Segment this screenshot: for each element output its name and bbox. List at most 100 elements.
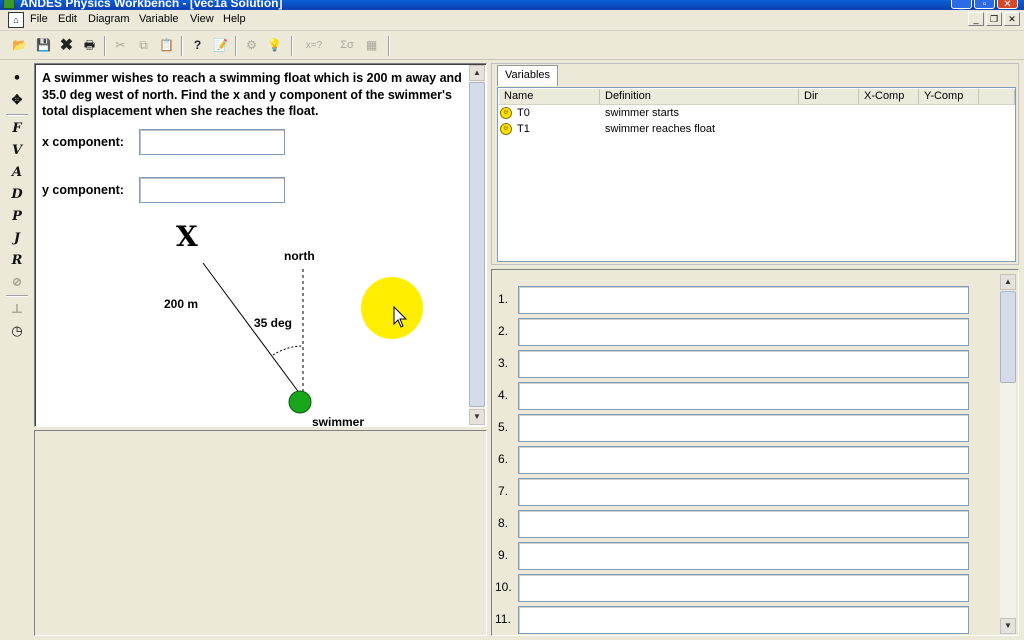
calculator-icon[interactable]: ▦ [361, 35, 382, 56]
x-component-answer-field[interactable] [139, 129, 285, 155]
axes-disabled-icon[interactable]: ⊥ [6, 299, 28, 320]
equation-row: 10. [492, 571, 982, 603]
column-header-definition[interactable]: Definition [600, 89, 799, 105]
menu-file[interactable]: File [30, 13, 48, 25]
scroll-down-arrow-icon[interactable]: ▼ [1000, 618, 1016, 634]
tab-variables[interactable]: Variables [497, 65, 559, 86]
save-icon[interactable]: 💾 [33, 35, 54, 56]
problem-scrollbar[interactable]: ▲ ▼ [469, 65, 485, 425]
variable-row[interactable]: ☺ T0 swimmer starts [500, 106, 1000, 121]
open-folder-icon[interactable]: 📂 [9, 35, 30, 56]
variable-name: T0 [517, 107, 530, 119]
scroll-thumb[interactable] [469, 82, 485, 407]
paste-icon[interactable]: 📋 [156, 35, 177, 56]
equation-field[interactable] [518, 542, 969, 570]
angle-arc [272, 345, 304, 356]
swimmer-body[interactable] [288, 390, 312, 414]
force-vector-icon[interactable]: F [6, 118, 28, 139]
scroll-up-arrow-icon[interactable]: ▲ [1000, 274, 1016, 290]
link-disabled-icon[interactable]: ⊘ [6, 272, 28, 293]
equations-panel: 1. 2. 3. 4. 5. 6. 7. 8. 9. 10. 11. ▲ ▼ [491, 269, 1019, 636]
copy-icon[interactable]: ⧉ [133, 35, 154, 56]
move-arrows-icon[interactable]: ✥ [6, 90, 28, 111]
equation-field[interactable] [518, 350, 969, 378]
displacement-vector-icon[interactable]: D [6, 184, 28, 205]
problem-statement: A swimmer wishes to reach a swimming flo… [42, 71, 462, 118]
equation-field[interactable] [518, 318, 969, 346]
equation-field[interactable] [518, 286, 969, 314]
relative-position-vector-icon[interactable]: R [6, 250, 28, 271]
equation-number: 11. [495, 612, 511, 626]
equation-row: 1. [492, 283, 982, 315]
mdi-close-button[interactable]: ✕ [1004, 12, 1020, 26]
variable-row[interactable]: ☺ T1 swimmer reaches float [500, 122, 1000, 137]
equation-field[interactable] [518, 574, 969, 602]
toolbar-divider [388, 36, 390, 56]
equation-row: 3. [492, 347, 982, 379]
tool-divider [6, 114, 28, 116]
equation-number: 2. [498, 324, 509, 338]
swimmer-label: swimmer [312, 415, 364, 426]
equation-number: 3. [498, 356, 509, 370]
cut-icon[interactable]: ✂ [110, 35, 131, 56]
lightbulb-hint-icon[interactable]: 💡 [264, 35, 285, 56]
equation-field[interactable] [518, 382, 969, 410]
body-dot-icon[interactable]: • [6, 68, 28, 89]
north-label: north [284, 249, 315, 263]
whats-wrong-help-icon[interactable]: ? [187, 35, 208, 56]
column-header-x-comp[interactable]: X-Comp [859, 89, 919, 105]
angle-tool-icon[interactable]: ◷ [6, 321, 28, 342]
equation-row: 9. [492, 539, 982, 571]
mdi-restore-button[interactable]: ❐ [986, 12, 1002, 26]
column-header-dir[interactable]: Dir [799, 89, 859, 105]
variable-definition: swimmer reaches float [605, 123, 716, 135]
menu-diagram[interactable]: Diagram [88, 13, 130, 25]
equation-number: 10. [495, 580, 512, 594]
column-header-name[interactable]: Name [499, 89, 600, 105]
equation-field[interactable] [518, 446, 969, 474]
feedback-panel [34, 430, 487, 636]
column-header-y-comp[interactable]: Y-Comp [919, 89, 979, 105]
mdi-controls: _ ❐ ✕ [966, 12, 1020, 26]
maximize-window-button[interactable]: ▫ [974, 0, 995, 10]
minimize-window-button[interactable]: _ [951, 0, 972, 10]
equation-field[interactable] [518, 414, 969, 442]
equation-number: 4. [498, 388, 509, 402]
menu-view[interactable]: View [190, 13, 214, 25]
equation-field[interactable] [518, 478, 969, 506]
angle-label: 35 deg [254, 316, 292, 330]
equations-scrollbar[interactable]: ▲ ▼ [1000, 274, 1016, 634]
equation-number: 8. [498, 516, 509, 530]
y-component-label: y component: [42, 183, 124, 197]
print-icon[interactable]: 🖶 [79, 35, 100, 56]
equation-row: 6. [492, 443, 982, 475]
title-bar: ANDES Physics Workbench - [vec1a Solutio… [0, 0, 1024, 10]
menu-variable[interactable]: Variable [139, 13, 179, 25]
solve-for-icon[interactable]: x=? [297, 35, 331, 56]
mdi-minimize-button[interactable]: _ [968, 12, 984, 26]
velocity-vector-icon[interactable]: V [6, 140, 28, 161]
equation-number: 9. [498, 548, 509, 562]
sum-icon[interactable]: Σσ [335, 35, 359, 56]
hint-disabled-icon[interactable]: ⚙ [241, 35, 262, 56]
drawing-tools: • ✥ F V A D P J R ⊘ ⊥ ◷ [6, 66, 30, 346]
momentum-vector-icon[interactable]: P [6, 206, 28, 227]
scroll-down-arrow-icon[interactable]: ▼ [469, 409, 485, 425]
menu-edit[interactable]: Edit [58, 13, 77, 25]
acceleration-vector-icon[interactable]: A [6, 162, 28, 183]
menu-help[interactable]: Help [223, 13, 246, 25]
variable-name: T1 [517, 123, 530, 135]
toolbar: 📂 💾 ✖ 🖶 ✂ ⧉ 📋 ? 📝 ⚙ 💡 x=? Σσ ▦ [0, 32, 1024, 60]
scroll-up-arrow-icon[interactable]: ▲ [469, 65, 485, 81]
impulse-vector-icon[interactable]: J [6, 228, 28, 249]
delete-icon[interactable]: ✖ [56, 35, 77, 56]
close-window-button[interactable]: ✕ [997, 0, 1018, 10]
x-component-label: x component: [42, 135, 124, 149]
scroll-thumb[interactable] [1000, 291, 1016, 383]
document-icon[interactable]: ⌂ [8, 12, 24, 28]
checklist-icon[interactable]: 📝 [210, 35, 231, 56]
equation-field[interactable] [518, 606, 969, 634]
equation-field[interactable] [518, 510, 969, 538]
y-component-answer-field[interactable] [139, 177, 285, 203]
status-bar [0, 636, 1024, 640]
